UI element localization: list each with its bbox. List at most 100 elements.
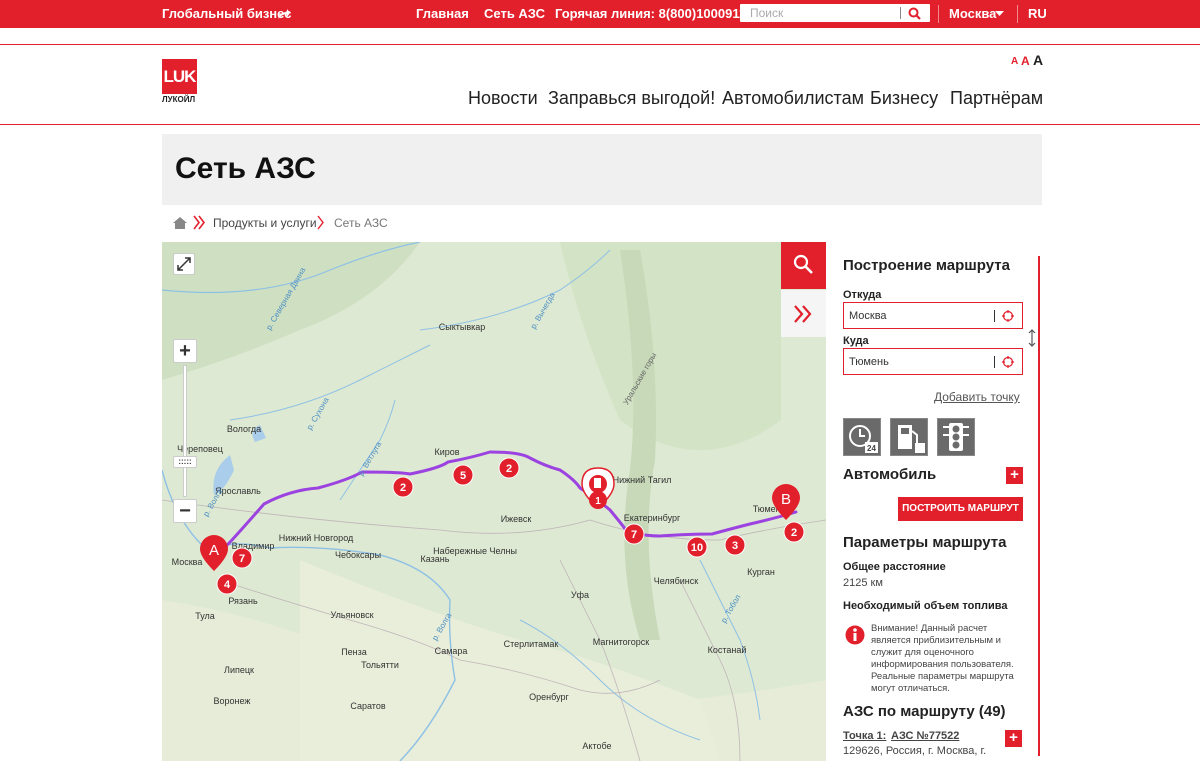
endpoint-label: A [209, 542, 219, 559]
city-label: Ульяновск [330, 610, 373, 620]
marker-label: 2 [400, 482, 406, 494]
font-size-medium[interactable]: A [1021, 54, 1030, 68]
city-selector[interactable]: Москва [949, 6, 996, 21]
filter-traffic-button[interactable] [937, 418, 975, 456]
font-size-large[interactable]: A [1033, 52, 1043, 68]
city-label: Магнитогорск [593, 637, 650, 647]
city-label: Рязань [228, 596, 258, 606]
city-label: Москва [172, 557, 203, 567]
input-divider [994, 310, 995, 322]
filter-fuel-button[interactable] [890, 418, 928, 456]
map-search-button[interactable] [781, 242, 826, 289]
home-icon[interactable] [173, 217, 187, 229]
info-icon [845, 625, 865, 645]
from-input[interactable]: Москва [843, 302, 1023, 329]
search-placeholder: Поиск [750, 6, 784, 20]
expand-station-button[interactable]: + [1005, 730, 1022, 747]
logo-text: ЛУКОЙЛ [162, 95, 196, 104]
marker-label: 2 [506, 463, 512, 475]
locate-icon[interactable] [1002, 356, 1014, 368]
header-line [0, 44, 1200, 45]
route-map[interactable]: Сыктывкар Вологда Череповец Киров Ярославль Н… [162, 242, 826, 761]
car-section-title: Автомобиль [843, 466, 937, 483]
double-chevron-right-icon [794, 305, 812, 323]
filter-24h-button[interactable]: 24 [843, 418, 881, 456]
build-route-button[interactable]: ПОСТРОИТЬ МАРШРУТ [898, 497, 1023, 521]
nav-news[interactable]: Новости [468, 88, 538, 109]
route-marker[interactable]: 7 [231, 547, 253, 569]
map-canvas[interactable]: СыктывкарВологдаЧереповец КировЯрославльН… [162, 242, 826, 761]
zoom-in-button[interactable]: + [173, 339, 197, 363]
language-selector[interactable]: RU [1028, 6, 1047, 21]
warning-text: Внимание! Данный расчет является приблиз… [871, 623, 1014, 694]
page-title: Сеть АЗС [175, 152, 316, 185]
marker-label: 10 [691, 542, 703, 554]
nav-partners[interactable]: Партнёрам [950, 88, 1043, 109]
to-input[interactable]: Тюмень [843, 348, 1023, 375]
fullscreen-button[interactable] [173, 253, 195, 275]
city-label: Нижний Новгород [279, 533, 354, 543]
route-marker[interactable]: 10 [686, 536, 708, 558]
city-label: Тольятти [361, 660, 399, 670]
search-input[interactable]: Поиск [740, 4, 930, 22]
global-business-link[interactable]: Глобальный бизнес [162, 6, 291, 21]
font-size-small[interactable]: A [1011, 56, 1018, 67]
nav-motorists[interactable]: Автомобилистам [722, 88, 864, 109]
city-label: Ижевск [501, 514, 532, 524]
zoom-out-button[interactable]: − [173, 499, 197, 523]
traffic-light-icon [943, 423, 969, 451]
route-marker[interactable]: 7 [623, 523, 645, 545]
point-label[interactable]: Точка 1: [843, 730, 886, 742]
city-label: Чебоксары [335, 550, 381, 560]
search-divider [900, 7, 901, 19]
input-divider [994, 356, 995, 368]
double-chevron-icon [193, 215, 205, 230]
city-label: Стерлитамак [504, 639, 559, 649]
nav-stations-link[interactable]: Сеть АЗС [484, 6, 545, 21]
route-marker[interactable]: 2 [498, 457, 520, 479]
route-marker[interactable]: 2 [783, 521, 805, 543]
city-label: Нижний Тагил [613, 475, 672, 485]
marker-label: 3 [732, 540, 738, 552]
city-label: Липецк [224, 665, 254, 675]
route-marker[interactable]: 4 [216, 573, 238, 595]
add-point-link[interactable]: Добавить точку [934, 390, 1020, 404]
route-marker[interactable]: 5 [452, 464, 474, 486]
nav-main-link[interactable]: Главная [416, 6, 469, 21]
locate-icon[interactable] [1002, 310, 1014, 322]
city-label: Саратов [350, 701, 385, 711]
point-station-link[interactable]: АЗС №77522 [891, 730, 959, 742]
breadcrumb-current: Сеть АЗС [334, 216, 388, 230]
route-marker[interactable]: 2 [392, 476, 414, 498]
chevron-right-icon [317, 215, 324, 230]
route-marker[interactable]: 3 [724, 534, 746, 556]
expand-car-button[interactable]: + [1006, 467, 1023, 484]
from-value: Москва [849, 310, 887, 322]
search-icon[interactable] [908, 7, 921, 20]
nav-fuel-promo[interactable]: Заправься выгодой! [548, 88, 715, 109]
zoom-track[interactable] [183, 365, 187, 497]
collapse-panel-button[interactable] [781, 290, 826, 337]
nav-business[interactable]: Бизнесу [870, 88, 938, 109]
filter-24-label: 24 [867, 444, 876, 453]
city-label: Вологда [227, 424, 261, 434]
to-value: Тюмень [849, 356, 889, 368]
distance-label: Общее расстояние [843, 561, 946, 573]
fuel-pump-icon [898, 425, 925, 453]
panel-scrollbar[interactable] [1038, 256, 1040, 756]
search-icon [793, 254, 813, 274]
city-label: Оренбург [529, 692, 569, 702]
zoom-slider-handle[interactable]: ::::: [173, 456, 197, 468]
marker-label: 2 [791, 527, 797, 539]
share-arrow-icon [278, 9, 290, 19]
swap-icon[interactable] [1027, 329, 1037, 347]
breadcrumb-products[interactable]: Продукты и услуги [213, 216, 317, 230]
marker-label: 7 [239, 553, 245, 565]
divider [938, 5, 939, 23]
lukoil-logo[interactable]: LUK [162, 59, 197, 94]
city-label: Курган [747, 567, 775, 577]
endpoint-label: B [781, 491, 791, 508]
expand-icon [177, 257, 191, 271]
marker-label: 5 [460, 470, 466, 482]
distance-value: 2125 км [843, 577, 883, 589]
